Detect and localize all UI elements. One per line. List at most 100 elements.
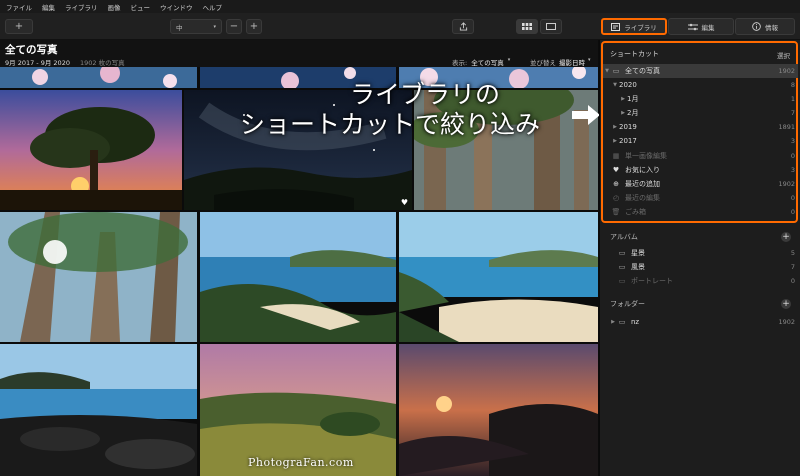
shortcut-count: 0	[790, 193, 795, 202]
library-icon	[611, 22, 621, 31]
overlay-line-1: ライブラリの	[349, 80, 500, 109]
share-button[interactable]	[452, 19, 474, 34]
zoom-out-button[interactable]: −	[226, 19, 242, 34]
grid-view-button[interactable]	[516, 19, 538, 34]
arrow-right-icon	[572, 105, 600, 125]
menu-bar: ファイル 編集 ライブラリ 画像 ビュー ウインドウ ヘルプ	[0, 0, 800, 13]
heart-icon[interactable]: ♥	[401, 198, 408, 207]
history-icon: ◴	[612, 193, 620, 202]
add-button[interactable]: +	[5, 19, 33, 34]
select-button[interactable]: 選択	[777, 50, 790, 60]
add-album-button[interactable]: +	[781, 232, 791, 242]
shortcut-recently-edited[interactable]: ◴ 最近の編集 0	[603, 191, 798, 205]
chevron-right-icon: ▶	[621, 95, 625, 102]
shortcut-month-feb[interactable]: ▶ 2月 7	[603, 106, 798, 120]
photo-thumbnail[interactable]	[0, 344, 197, 476]
add-folder-button[interactable]: +	[781, 299, 791, 309]
shortcut-month-jan[interactable]: ▶ 1月 1	[603, 92, 798, 106]
menu-image[interactable]: 画像	[108, 2, 121, 12]
date-range: 9月 2017 - 9月 2020	[5, 59, 70, 67]
display-filter-value: 全ての写真	[471, 59, 504, 67]
menu-window[interactable]: ウインドウ	[160, 2, 193, 12]
menu-file[interactable]: ファイル	[6, 2, 32, 12]
shortcut-label: 2月	[627, 108, 639, 117]
shortcut-count: 3	[790, 165, 795, 174]
photo-thumbnail[interactable]	[399, 212, 598, 342]
album-item[interactable]: ▭ ポートレート 0	[603, 274, 798, 288]
folder-item[interactable]: ▶ ▭ nz 1902	[603, 315, 798, 329]
album-icon: ▭	[618, 276, 626, 285]
info-mode-label: 情報	[765, 23, 778, 32]
library-mode-label: ライブラリ	[624, 23, 657, 32]
overlay-line-2: ショートカットで絞り込み	[239, 110, 540, 139]
shortcuts-list: ▼ ▭ 全ての写真 1902 ▼ 2020 8 ▶ 1月 1 ▶ 2月 7 ▶ …	[603, 64, 798, 224]
shortcut-label: 最近の追加	[625, 179, 660, 188]
shortcut-label: 最近の編集	[625, 193, 660, 202]
sort-value: 撮影日時	[559, 59, 585, 67]
share-icon	[459, 22, 467, 31]
library-header: 全ての写真 9月 2017 - 9月 2020 1902 枚の写真 表示: 全て…	[0, 40, 598, 67]
shortcut-year-2020[interactable]: ▼ 2020 8	[603, 78, 798, 92]
menu-view[interactable]: ビュー	[131, 2, 151, 12]
shortcut-count: 1	[790, 94, 795, 103]
photo-thumbnail[interactable]	[200, 212, 396, 342]
shortcut-count: 0	[790, 207, 795, 216]
trash-icon: 🗑	[611, 207, 621, 216]
album-item[interactable]: ▭ 風景 7	[603, 260, 798, 274]
photo-count: 1902 枚の写真	[80, 59, 125, 67]
shortcut-favorites[interactable]: ♥ お気に入り 3	[603, 163, 798, 177]
minus-icon: −	[229, 21, 239, 32]
edit-mode-button[interactable]: 編集	[668, 18, 734, 35]
zoom-select[interactable]: 中 ▾	[170, 19, 222, 34]
plus-icon: +	[249, 21, 259, 32]
shortcut-year-2019[interactable]: ▶ 2019 1891	[603, 120, 798, 134]
menu-help[interactable]: ヘルプ	[203, 2, 223, 12]
zoom-in-button[interactable]: +	[246, 19, 262, 34]
sort-control[interactable]: 並び替え 撮影日時 ▾	[530, 57, 591, 67]
menu-library[interactable]: ライブラリ	[65, 2, 98, 12]
heart-icon: ♥	[612, 165, 620, 174]
chevron-right-icon: ▶	[613, 123, 617, 130]
library-mode-button[interactable]: ライブラリ	[601, 18, 667, 35]
shortcut-label: 1月	[627, 94, 639, 103]
photo-thumbnail[interactable]	[0, 67, 197, 88]
shortcut-label: 全ての写真	[625, 66, 660, 75]
photos-icon: ▭	[612, 66, 620, 75]
shortcut-trash[interactable]: 🗑 ごみ箱 0	[603, 205, 798, 219]
chevron-right-icon: ▶	[613, 137, 617, 144]
shortcut-count: 1902	[778, 66, 795, 75]
album-count: 5	[790, 248, 795, 257]
shortcut-year-2017[interactable]: ▶ 2017 3	[603, 134, 798, 148]
album-icon: ▭	[618, 248, 626, 257]
toolbar: + 中 ▾ − + ライブラリ 編集 情報	[0, 13, 800, 40]
menu-edit[interactable]: 編集	[42, 2, 55, 12]
album-count: 7	[790, 262, 795, 271]
album-label: 風景	[631, 262, 645, 271]
shortcut-label: 2017	[619, 136, 637, 145]
albums-list: ▭ 星景 5 ▭ 風景 7 ▭ ポートレート 0	[603, 246, 798, 290]
zoom-value: 中	[176, 23, 183, 32]
shortcut-count: 7	[790, 108, 795, 117]
single-view-button[interactable]	[540, 19, 562, 34]
sliders-icon	[687, 23, 698, 30]
shortcut-single-edit[interactable]: ▦ 単一画像編集 0	[603, 149, 798, 163]
albums-header: アルバム	[610, 233, 638, 241]
album-label: 星景	[631, 248, 645, 257]
photo-thumbnail[interactable]	[0, 212, 197, 342]
chevron-right-icon: ▶	[611, 318, 615, 325]
photo-thumbnail[interactable]	[399, 344, 598, 476]
shortcut-recently-added[interactable]: ⊕ 最近の追加 1902	[603, 177, 798, 191]
shortcuts-header: ショートカット	[610, 50, 659, 58]
display-filter[interactable]: 表示: 全ての写真 ▾	[452, 57, 510, 67]
folders-list: ▶ ▭ nz 1902	[603, 315, 798, 329]
chevron-down-icon: ▾	[213, 23, 216, 30]
info-mode-button[interactable]: 情報	[735, 18, 795, 35]
chevron-down-icon: ▼	[613, 81, 617, 88]
album-item[interactable]: ▭ 星景 5	[603, 246, 798, 260]
chevron-down-icon: ▼	[605, 67, 609, 74]
folder-label: nz	[631, 317, 640, 326]
photo-thumbnail[interactable]	[0, 90, 182, 210]
album-icon: ▭	[618, 262, 626, 271]
folders-header: フォルダー	[610, 300, 645, 308]
shortcut-all-photos[interactable]: ▼ ▭ 全ての写真 1902	[603, 64, 798, 78]
